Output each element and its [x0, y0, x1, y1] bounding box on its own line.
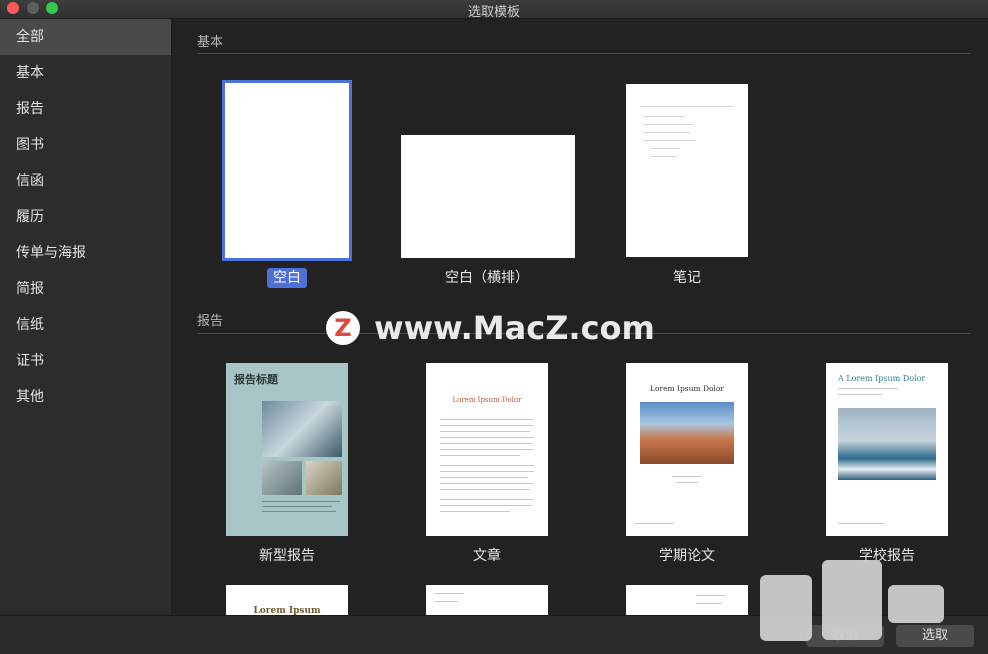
- category-sidebar: 全部 基本 报告 图书 信函 履历 传单与海报 简报 信纸 证书 其他: [0, 19, 172, 615]
- school-report-text-line: [838, 394, 882, 395]
- cover-photo-architecture: [262, 401, 342, 457]
- essay-text-line: [440, 419, 534, 420]
- essay-text-line: [440, 425, 534, 426]
- template-caption-modern-report[interactable]: 新型报告: [212, 545, 362, 565]
- template-thumb-partial[interactable]: Lorem Ipsum: [226, 585, 348, 615]
- cover-text-line: [262, 506, 332, 507]
- section-title-report: 报告: [197, 314, 224, 329]
- choose-button[interactable]: 选取: [896, 625, 974, 647]
- partial-text-line: [434, 593, 464, 594]
- school-report-text-line: [838, 388, 898, 389]
- cover-photo-small: [262, 461, 302, 495]
- section-title-basic: 基本: [197, 35, 224, 50]
- cover-text-line: [262, 501, 340, 502]
- school-report-photo-lighthouse: [838, 408, 936, 480]
- template-thumb-partial[interactable]: [426, 585, 548, 615]
- term-paper-text-line: [672, 476, 702, 477]
- template-caption-blank[interactable]: 空白: [212, 267, 362, 288]
- template-caption-blank-landscape[interactable]: 空白（横排）: [412, 267, 562, 287]
- blur-overlay: [760, 575, 812, 641]
- template-gallery: 基本 空白 空白（横排） 笔记 报告 报告标题 新型报告 Lorem Ipsum…: [172, 19, 988, 615]
- sidebar-item-resume[interactable]: 履历: [0, 199, 171, 235]
- template-caption-term-paper[interactable]: 学期论文: [612, 545, 762, 565]
- essay-text-line: [440, 471, 534, 472]
- essay-text-line: [440, 455, 520, 456]
- template-thumb-modern-report[interactable]: 报告标题: [226, 363, 348, 536]
- sidebar-item-certificates[interactable]: 证书: [0, 343, 171, 379]
- title-bar: 选取模板: [0, 0, 988, 20]
- notes-text-line: [644, 124, 694, 125]
- essay-text-line: [440, 505, 532, 506]
- essay-text-line: [440, 431, 530, 432]
- essay-text-line: [440, 489, 530, 490]
- template-thumb-school-report[interactable]: A Lorem Ipsum Dolor: [826, 363, 948, 536]
- sidebar-item-flyers-posters[interactable]: 传单与海报: [0, 235, 171, 271]
- term-paper-heading: Lorem Ipsum Dolor: [650, 384, 724, 393]
- watermark-text: www.MacZ.com: [374, 309, 655, 347]
- essay-text-line: [440, 449, 534, 450]
- sidebar-item-other[interactable]: 其他: [0, 379, 171, 415]
- window-title: 选取模板: [467, 5, 520, 20]
- notes-text-line: [644, 140, 696, 141]
- essay-text-line: [440, 465, 534, 466]
- notes-text-line: [644, 132, 690, 133]
- template-caption-notes[interactable]: 笔记: [612, 267, 762, 287]
- sidebar-item-all[interactable]: 全部: [0, 19, 171, 55]
- essay-text-line: [440, 477, 528, 478]
- template-thumb-blank[interactable]: [222, 80, 352, 261]
- template-caption-essay[interactable]: 文章: [412, 545, 562, 565]
- partial-text-line: [696, 603, 722, 604]
- sidebar-item-newsletter[interactable]: 简报: [0, 271, 171, 307]
- sidebar-item-stationery[interactable]: 信纸: [0, 307, 171, 343]
- template-thumb-notes[interactable]: [626, 84, 748, 257]
- school-report-footer-line: [838, 523, 884, 524]
- essay-text-line: [440, 511, 510, 512]
- cover-title: 报告标题: [234, 373, 278, 386]
- sidebar-item-letters[interactable]: 信函: [0, 163, 171, 199]
- template-thumb-blank-landscape[interactable]: [401, 135, 575, 258]
- template-thumb-essay[interactable]: Lorem Ipsum Dolor: [426, 363, 548, 536]
- cover-text-line: [262, 511, 336, 512]
- term-paper-footer-line: [634, 523, 674, 524]
- term-paper-text-line: [676, 482, 698, 483]
- template-thumb-partial[interactable]: [626, 585, 748, 615]
- essay-heading: Lorem Ipsum Dolor: [452, 396, 522, 404]
- sidebar-item-books[interactable]: 图书: [0, 127, 171, 163]
- watermark-logo-icon: Z: [326, 311, 360, 345]
- notes-header-rule: [640, 106, 734, 107]
- partial-heading: Lorem Ipsum: [253, 606, 321, 615]
- essay-text-line: [440, 443, 532, 444]
- notes-text-line: [644, 116, 684, 117]
- selected-label: 空白: [267, 268, 307, 288]
- sidebar-item-report[interactable]: 报告: [0, 91, 171, 127]
- notes-text-line: [650, 148, 680, 149]
- essay-text-line: [440, 483, 534, 484]
- section-divider: [197, 53, 971, 54]
- cover-photo-small: [306, 461, 342, 495]
- sidebar-item-basic[interactable]: 基本: [0, 55, 171, 91]
- essay-text-line: [440, 437, 534, 438]
- blur-overlay: [888, 585, 944, 623]
- partial-text-line: [696, 595, 726, 596]
- term-paper-photo-canyon: [640, 402, 734, 464]
- partial-text-line: [434, 601, 458, 602]
- school-report-heading: A Lorem Ipsum Dolor: [838, 374, 926, 383]
- watermark: Z www.MacZ.com: [326, 308, 655, 348]
- notes-text-line: [650, 156, 676, 157]
- template-thumb-term-paper[interactable]: Lorem Ipsum Dolor: [626, 363, 748, 536]
- blur-overlay: [822, 560, 882, 640]
- essay-text-line: [440, 499, 534, 500]
